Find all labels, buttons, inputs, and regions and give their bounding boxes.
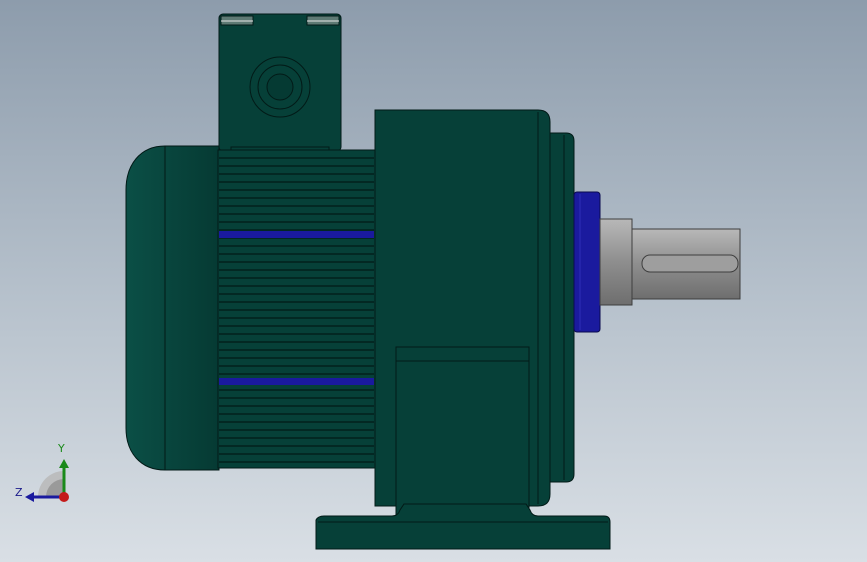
triad-z-label: Z [15, 486, 23, 499]
orientation-triad [25, 459, 69, 502]
graphics-viewport[interactable]: Y Z [0, 0, 867, 562]
triad-x-axis [59, 492, 69, 502]
triad-y-label: Y [58, 442, 65, 455]
